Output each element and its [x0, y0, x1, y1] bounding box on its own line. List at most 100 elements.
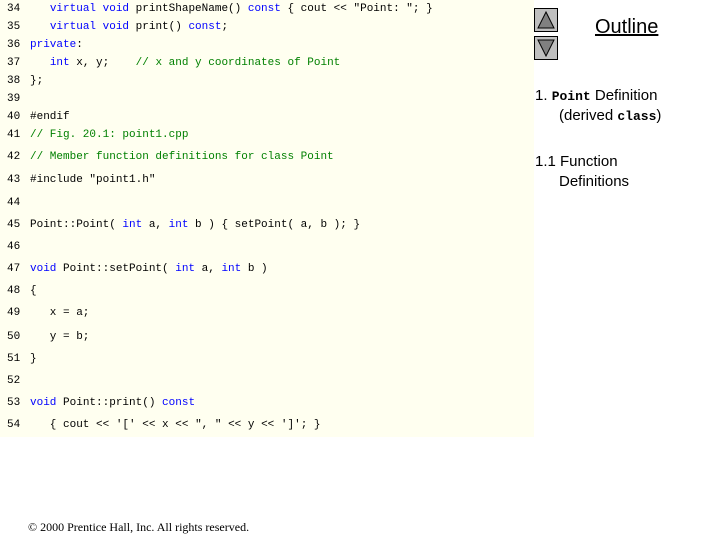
code-text: int x, y; // x and y coordinates of Poin…	[30, 54, 340, 72]
code-token: y = b;	[30, 331, 90, 343]
line-number: 37	[7, 57, 21, 69]
code-token: << y <<	[221, 419, 281, 431]
code-token: ; }	[412, 3, 433, 15]
code-token: };	[30, 75, 44, 87]
code-text: // Member function definitions for class…	[30, 148, 334, 166]
code-token: a,	[201, 263, 222, 275]
code-token: Point::print()	[63, 397, 163, 409]
code-token: Point::Point(	[30, 219, 123, 231]
line-number: 46	[7, 241, 21, 253]
code-text: private:	[30, 36, 83, 54]
triangle-down-icon	[537, 39, 555, 57]
line-number: 35	[7, 21, 21, 33]
code-token: x = a;	[30, 307, 90, 319]
outline-item-1-text: Definition	[590, 87, 658, 104]
line-number: 36	[7, 39, 21, 51]
keyword: int	[49, 57, 77, 69]
comment: // Member function definitions for class…	[30, 151, 334, 163]
outline-item-1: 1. Point Definition	[535, 86, 657, 107]
code-token: }	[30, 353, 37, 365]
code-token: x, y;	[76, 57, 136, 69]
code-text: };	[30, 72, 43, 90]
code-text: {	[30, 282, 37, 300]
next-slide-button[interactable]	[534, 36, 558, 60]
line-number: 34	[7, 3, 21, 15]
line-number: 38	[7, 75, 21, 87]
outline-item-1-text2: (derived	[559, 107, 618, 124]
line-number: 45	[7, 219, 21, 231]
line-number: 53	[7, 397, 21, 409]
code-text: virtual void print() const;	[30, 18, 228, 36]
line-number: 41	[7, 129, 21, 141]
keyword: const	[247, 3, 281, 15]
triangle-up-icon	[537, 11, 555, 29]
outline-item-1-code2: class	[617, 109, 657, 124]
string-literal: ", "	[195, 419, 222, 431]
outline-item-2: 1.1 Function	[535, 153, 618, 170]
line-number: 51	[7, 353, 21, 365]
line-number: 44	[7, 197, 21, 209]
keyword: virtual void	[49, 21, 136, 33]
code-token: b )	[247, 263, 268, 275]
code-text: #endif	[30, 108, 70, 126]
code-text: virtual void printShapeName() const { co…	[30, 0, 433, 18]
code-token: ;	[221, 21, 229, 33]
comment: // Fig. 20.1: point1.cpp	[30, 129, 189, 141]
line-number: 50	[7, 331, 21, 343]
line-number: 47	[7, 263, 21, 275]
preprocessor: #endif	[30, 111, 70, 123]
previous-slide-button[interactable]	[534, 8, 558, 32]
keyword: void	[30, 263, 64, 275]
keyword: void	[30, 397, 64, 409]
code-text: x = a;	[30, 304, 90, 322]
code-listing: 34 virtual void printShapeName() const {…	[0, 0, 534, 437]
code-text: void Point::print() const	[30, 394, 195, 412]
keyword: int	[221, 263, 248, 275]
outline-item-1-continued: (derived class)	[559, 106, 661, 127]
line-number: 48	[7, 285, 21, 297]
code-token: { cout <<	[30, 419, 116, 431]
code-token: a,	[148, 219, 169, 231]
code-text: }	[30, 350, 37, 368]
line-number: 39	[7, 93, 21, 105]
keyword: const	[162, 397, 196, 409]
outline-item-1-text3: )	[656, 107, 662, 124]
outline-item-1-number: 1.	[535, 87, 548, 104]
string-literal: "Point: "	[353, 3, 413, 15]
string-literal: ']'	[280, 419, 301, 431]
line-number: 49	[7, 307, 21, 319]
copyright-footer: © 2000 Prentice Hall, Inc. All rights re…	[28, 520, 250, 534]
code-token: printShapeName()	[135, 3, 248, 15]
string-literal: "point1.h"	[89, 174, 156, 186]
outline-item-2-continued: Definitions	[559, 173, 630, 190]
string-literal: '['	[115, 419, 136, 431]
keyword: virtual void	[49, 3, 136, 15]
keyword: private	[30, 39, 77, 51]
line-number: 42	[7, 151, 21, 163]
code-token: << x <<	[135, 419, 196, 431]
line-number: 43	[7, 174, 21, 186]
comment: // x and y coordinates of Point	[135, 57, 341, 69]
code-token: {	[30, 285, 37, 297]
line-number: 52	[7, 375, 21, 387]
keyword: int	[122, 219, 149, 231]
code-text: // Fig. 20.1: point1.cpp	[30, 126, 188, 144]
line-number: 40	[7, 111, 21, 123]
code-text: y = b;	[30, 328, 90, 346]
code-token: ; }	[300, 419, 321, 431]
code-text: #include "point1.h"	[30, 171, 155, 189]
code-token: { cout <<	[280, 3, 354, 15]
outline-item-1-code: Point	[551, 89, 591, 104]
code-token: :	[76, 39, 83, 51]
code-token: print()	[135, 21, 189, 33]
preprocessor: #include	[30, 174, 90, 186]
code-token: Point::setPoint(	[63, 263, 176, 275]
code-token: b ) { setPoint( a, b ); }	[195, 219, 361, 231]
keyword: int	[168, 219, 196, 231]
code-text: void Point::setPoint( int a, int b )	[30, 260, 268, 278]
keyword: int	[175, 263, 202, 275]
outline-title[interactable]: Outline	[595, 16, 658, 39]
keyword: const	[188, 21, 222, 33]
